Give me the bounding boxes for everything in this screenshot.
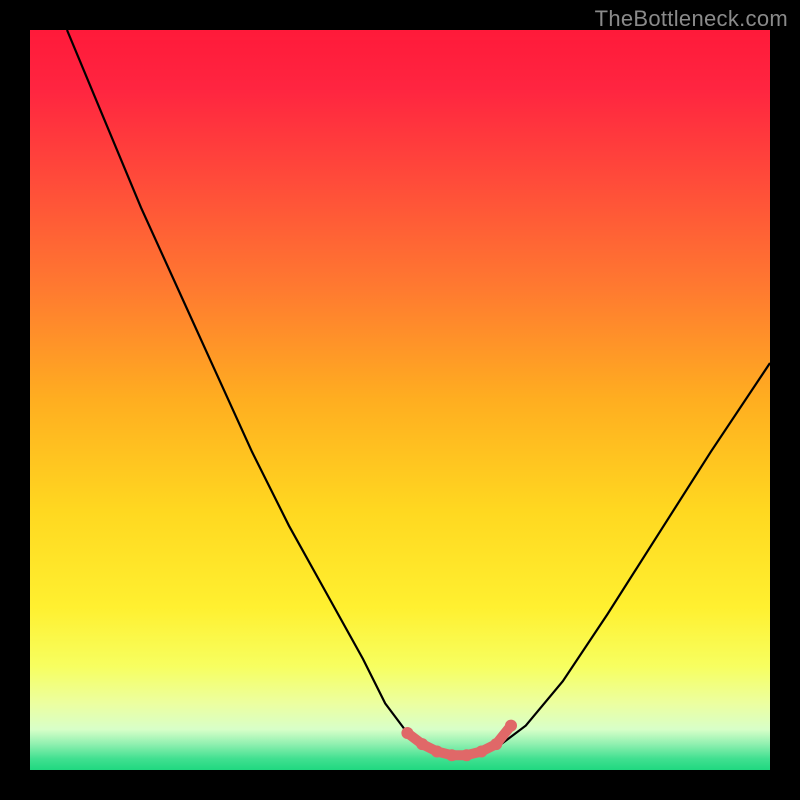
optimal-range-marker xyxy=(475,746,487,758)
optimal-range-marker xyxy=(416,738,428,750)
chart-frame: TheBottleneck.com xyxy=(0,0,800,800)
optimal-range-marker xyxy=(490,738,502,750)
optimal-range-marker xyxy=(505,720,517,732)
gradient-background xyxy=(30,30,770,770)
watermark-text: TheBottleneck.com xyxy=(595,6,788,32)
bottleneck-chart xyxy=(30,30,770,770)
optimal-range-marker xyxy=(431,746,443,758)
optimal-range-marker xyxy=(401,727,413,739)
optimal-range-marker xyxy=(446,749,458,761)
optimal-range-marker xyxy=(461,749,473,761)
